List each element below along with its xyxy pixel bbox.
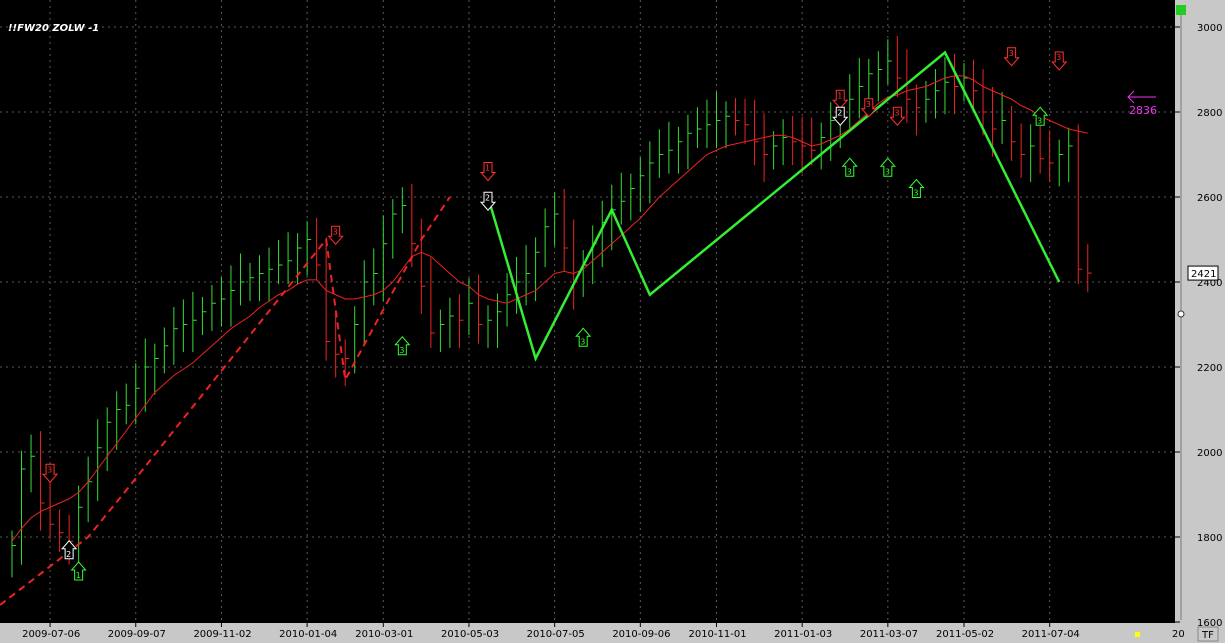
signal-label: 1 [837,91,842,100]
signal-label: 1 [485,164,490,173]
price-chart[interactable]: 3 2 1 3 3 1 2 3 1 2 3 3 3 3 3 3 3 3 2836 !!FW20 ZOLW -1 1… [0,0,1225,643]
x-tick-label: 2011-07-04 [1022,629,1080,640]
signal-label: 1 [76,571,81,580]
signal-label: 3 [399,346,404,355]
current-bar-indicator [1135,632,1140,637]
target-label: 2836 [1129,104,1157,117]
y-tick-label: 1800 [1197,533,1222,544]
y-tick-label: 2000 [1197,448,1222,459]
last-price-label: 2421 [1191,269,1216,280]
x-tick-label: 2010-07-05 [527,629,585,640]
x-axis-panel [0,623,1175,643]
signal-label: 3 [1056,53,1061,62]
x-tick-label: 2010-01-04 [279,629,337,640]
x-tick-label: 2011-05-02 [936,629,994,640]
signal-label: 3 [1009,49,1014,58]
y-tick-label: 2800 [1197,108,1222,119]
x-tick-label: 2011-03-07 [860,629,918,640]
signal-label: 3 [580,337,585,346]
y-axis-panel [1175,0,1225,643]
scroll-handle[interactable] [1177,310,1185,318]
y-tick-label: 3000 [1197,23,1222,34]
signal-label: 2 [66,550,71,559]
signal-label: 3 [885,167,890,176]
x-tick-label: 2009-09-07 [108,629,166,640]
signal-label: 3 [913,189,918,198]
signal-label: 2 [837,108,842,117]
signal-label: 3 [866,100,871,109]
x-axis-edge-label: 20 [1172,629,1185,640]
y-tick-label: 2200 [1197,363,1222,374]
scroll-top-indicator[interactable] [1176,5,1186,15]
chart-title: !!FW20 ZOLW -1 [8,23,99,34]
x-tick-label: 2010-11-01 [688,629,746,640]
y-tick-label: 2600 [1197,193,1222,204]
signal-label: 3 [894,108,899,117]
x-tick-label: 2010-09-06 [612,629,670,640]
signal-label: 3 [333,227,338,236]
signal-label: 3 [47,465,52,474]
x-tick-label: 2009-07-06 [22,629,80,640]
last-price-tag: 2421 [1187,265,1219,281]
signal-label: 3 [847,167,852,176]
x-tick-label: 2011-01-03 [774,629,832,640]
signal-label: 3 [1037,116,1042,125]
signal-label: 2 [485,193,490,202]
x-tick-label: 2010-03-01 [355,629,413,640]
x-tick-label: 2010-05-03 [441,629,499,640]
x-tick-label: 2009-11-02 [193,629,251,640]
timeframe-label: TF [1201,630,1214,641]
